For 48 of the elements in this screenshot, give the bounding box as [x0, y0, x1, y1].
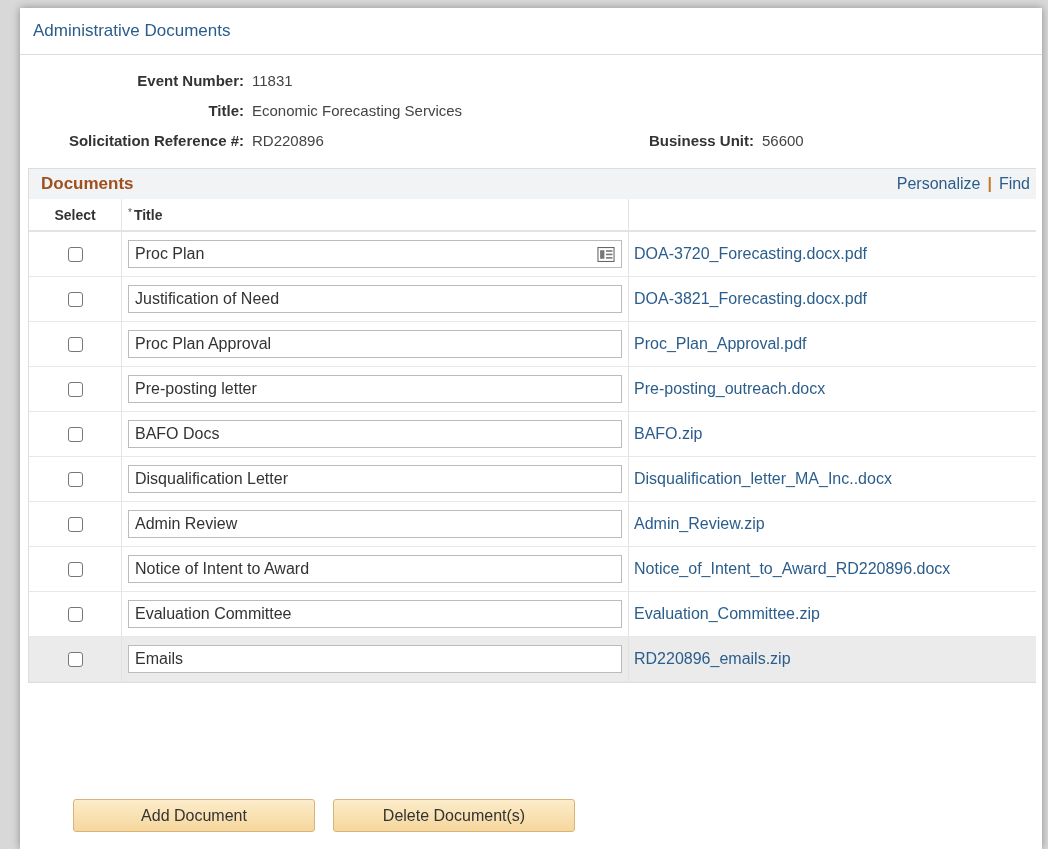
column-header: *Title	[128, 206, 163, 223]
grid-link[interactable]: Find	[998, 175, 1030, 193]
field-label: Title:	[207, 102, 245, 119]
file-link[interactable]: Evaluation_Committee.zip	[634, 605, 820, 623]
file-link[interactable]: RD220896_emails.zip	[634, 650, 791, 668]
title-field[interactable]: Justification of Need	[128, 285, 622, 313]
title-field[interactable]: Admin Review	[128, 510, 622, 538]
title-field[interactable]: Proc Plan	[128, 240, 622, 268]
select-checkbox[interactable]	[67, 561, 83, 577]
field-label: Solicitation Reference #:	[67, 132, 245, 149]
detail-icon[interactable]	[597, 246, 615, 262]
title-field[interactable]: Notice of Intent to Award	[128, 555, 622, 583]
file-link[interactable]: Disqualification_letter_MA_Inc..docx	[634, 470, 892, 488]
title-field[interactable]: Evaluation Committee	[128, 600, 622, 628]
field-value: 56600	[762, 132, 805, 149]
file-link[interactable]: Proc_Plan_Approval.pdf	[634, 335, 807, 353]
column-header: Select	[54, 206, 96, 223]
file-link[interactable]: DOA-3720_Forecasting.docx.pdf	[634, 245, 867, 263]
grid-title: Documents	[41, 174, 134, 194]
field-value: Economic Forecasting Services	[252, 102, 463, 119]
select-checkbox[interactable]	[67, 516, 83, 532]
field-label: Event Number:	[136, 72, 245, 89]
select-checkbox[interactable]	[67, 291, 83, 307]
title-field[interactable]: Proc Plan Approval	[128, 330, 622, 358]
title-field[interactable]: Pre-posting letter	[128, 375, 622, 403]
separator: |	[987, 175, 992, 193]
select-checkbox[interactable]	[67, 381, 83, 397]
title-field[interactable]: BAFO Docs	[128, 420, 622, 448]
field-label: Business Unit:	[648, 132, 755, 149]
file-link[interactable]: Notice_of_Intent_to_Award_RD220896.docx	[634, 560, 951, 578]
select-checkbox[interactable]	[67, 651, 83, 667]
file-link[interactable]: DOA-3821_Forecasting.docx.pdf	[634, 290, 867, 308]
file-link[interactable]: Admin_Review.zip	[634, 515, 765, 533]
select-checkbox[interactable]	[67, 471, 83, 487]
select-checkbox[interactable]	[67, 606, 83, 622]
field-value: 11831	[252, 72, 294, 89]
select-checkbox[interactable]	[67, 426, 83, 442]
select-checkbox[interactable]	[67, 336, 83, 352]
title-field[interactable]: Disqualification Letter	[128, 465, 622, 493]
page-title: Administrative Documents	[33, 21, 231, 41]
grid-link[interactable]: Personalize	[896, 175, 981, 193]
file-link[interactable]: Pre-posting_outreach.docx	[634, 380, 826, 398]
title-field[interactable]: Emails	[128, 645, 622, 673]
field-value: RD220896	[252, 132, 325, 149]
action-button[interactable]: Delete Document(s)	[333, 799, 575, 832]
select-checkbox[interactable]	[67, 246, 83, 262]
action-button[interactable]: Add Document	[73, 799, 315, 832]
file-link[interactable]: BAFO.zip	[634, 425, 703, 443]
